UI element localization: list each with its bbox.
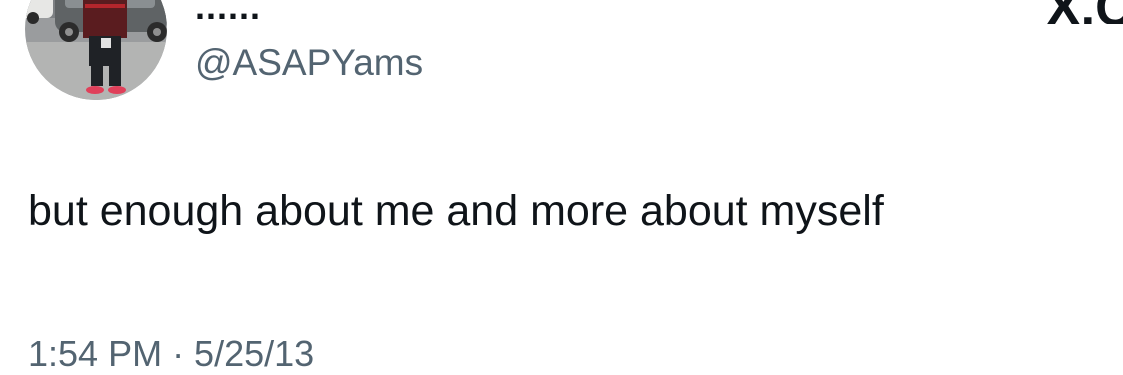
x-logo-text: X.C [1046,0,1123,24]
author-display-name[interactable]: ...... [195,0,261,28]
avatar-photo [25,0,167,100]
tweet-card: ...... @ASAPYams X.C but enough about me… [0,0,1123,374]
x-logo: X.C [1046,0,1123,24]
avatar[interactable] [25,0,167,100]
author-handle[interactable]: @ASAPYams [195,42,423,84]
tweet-text: but enough about me and more about mysel… [28,187,884,235]
tweet-timestamp[interactable]: 1:54 PM · 5/25/13 [28,333,314,375]
